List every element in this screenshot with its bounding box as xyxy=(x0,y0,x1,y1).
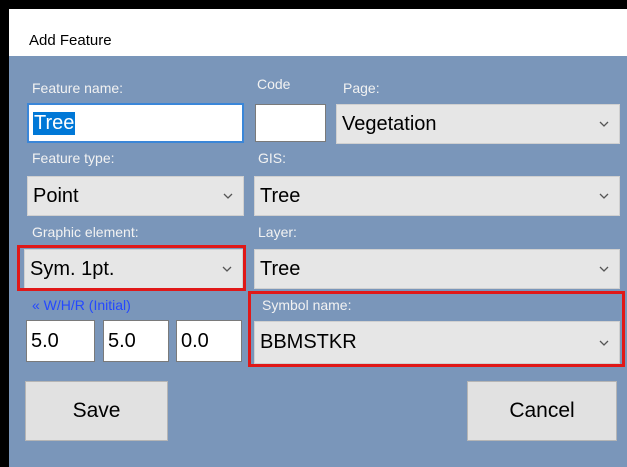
page-select-value: Vegetation xyxy=(342,112,437,135)
layer-select[interactable]: Tree xyxy=(254,249,620,289)
symbol-name-select-value: BBMSTKR xyxy=(260,331,357,353)
graphic-element-label: Graphic element: xyxy=(32,224,139,240)
whr-initial-link[interactable]: « W/H/R (Initial) xyxy=(32,297,131,313)
feature-name-input[interactable]: Tree xyxy=(27,103,244,143)
symbol-name-select[interactable]: BBMSTKR xyxy=(254,321,620,364)
chevron-down-icon xyxy=(599,340,609,346)
layer-select-value: Tree xyxy=(260,257,301,280)
chevron-down-icon xyxy=(599,266,609,272)
chevron-down-icon xyxy=(599,193,609,199)
graphic-element-select[interactable]: Sym. 1pt. xyxy=(24,249,243,289)
height-input[interactable]: 5.0 xyxy=(103,320,169,362)
feature-type-select[interactable]: Point xyxy=(27,176,244,216)
symbol-name-label: Symbol name: xyxy=(262,297,352,313)
chevron-down-icon xyxy=(222,266,232,272)
feature-name-label: Feature name: xyxy=(32,80,124,96)
chevron-down-icon xyxy=(223,193,233,199)
layer-label: Layer: xyxy=(258,224,297,240)
code-input[interactable] xyxy=(255,104,326,142)
window-title: Add Feature xyxy=(29,32,112,49)
width-input[interactable]: 5.0 xyxy=(26,320,95,362)
rotation-input[interactable]: 0.0 xyxy=(176,320,242,362)
gis-select-value: Tree xyxy=(260,184,301,207)
code-label: Code xyxy=(257,76,291,92)
chevron-down-icon xyxy=(599,121,609,127)
feature-type-select-value: Point xyxy=(33,184,79,207)
feature-name-value: Tree xyxy=(33,111,76,135)
cancel-button[interactable]: Cancel xyxy=(467,381,617,441)
feature-type-label: Feature type: xyxy=(32,150,115,166)
page-select[interactable]: Vegetation xyxy=(336,104,620,144)
gis-select[interactable]: Tree xyxy=(254,176,620,216)
save-button[interactable]: Save xyxy=(25,381,168,441)
graphic-element-select-value: Sym. 1pt. xyxy=(30,257,115,280)
gis-label: GIS: xyxy=(258,150,287,166)
page-label: Page: xyxy=(343,80,380,96)
title-bar: Add Feature xyxy=(9,9,627,56)
